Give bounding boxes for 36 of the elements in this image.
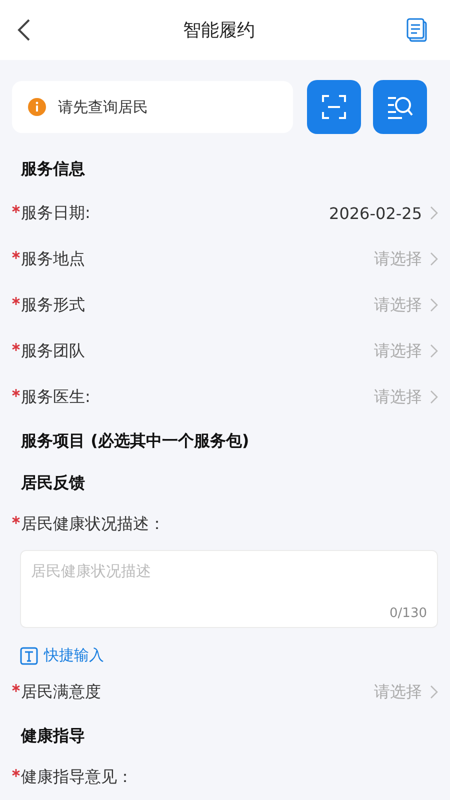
field-label: 服务日期: xyxy=(21,202,90,224)
text-icon xyxy=(20,646,38,664)
select-field[interactable]: 2026-02-25 xyxy=(329,204,438,222)
section-heading: 健康指导 xyxy=(20,724,86,746)
scan-icon xyxy=(321,94,347,120)
back-button[interactable] xyxy=(16,18,32,42)
field-label: 健康指导意见： xyxy=(21,766,133,788)
field-label: 服务医生: xyxy=(21,386,90,408)
character-counter: 0/130 xyxy=(390,606,427,621)
select-field[interactable]: 请选择 xyxy=(374,294,438,316)
select-field[interactable]: 请选择 xyxy=(374,340,438,362)
field-label: 居民满意度 xyxy=(21,682,101,702)
select-field[interactable]: 请选择 xyxy=(374,386,438,408)
info-icon xyxy=(28,98,46,116)
page-title: 智能履约 xyxy=(183,19,255,42)
notice-text: 请先查询居民 xyxy=(58,98,148,116)
section-heading: 服务项目 (必选其中一个服务包) xyxy=(20,430,250,452)
scan-button[interactable] xyxy=(307,80,361,134)
field-label: 服务团队 xyxy=(21,340,85,362)
chevron-icon xyxy=(430,344,438,358)
field-label: 服务形式 xyxy=(21,294,85,316)
select-field[interactable]: 请选择 xyxy=(374,248,438,270)
search-list-button[interactable] xyxy=(373,80,427,134)
chevron-icon xyxy=(430,252,438,266)
select-field[interactable]: 请选择 xyxy=(374,682,438,702)
document-icon[interactable] xyxy=(406,18,428,42)
chevron-icon xyxy=(430,206,438,220)
section-heading: 居民反馈 xyxy=(20,472,86,494)
field-label: 居民健康状况描述： xyxy=(21,514,165,534)
section-heading: 服务信息 xyxy=(20,158,86,180)
chevron-icon xyxy=(430,390,438,404)
quick-input-link[interactable]: 快捷输入 xyxy=(20,646,104,665)
chevron-icon xyxy=(430,685,438,699)
search-icon xyxy=(386,94,414,120)
field-label: 服务地点 xyxy=(21,248,85,270)
chevron-icon xyxy=(430,298,438,312)
